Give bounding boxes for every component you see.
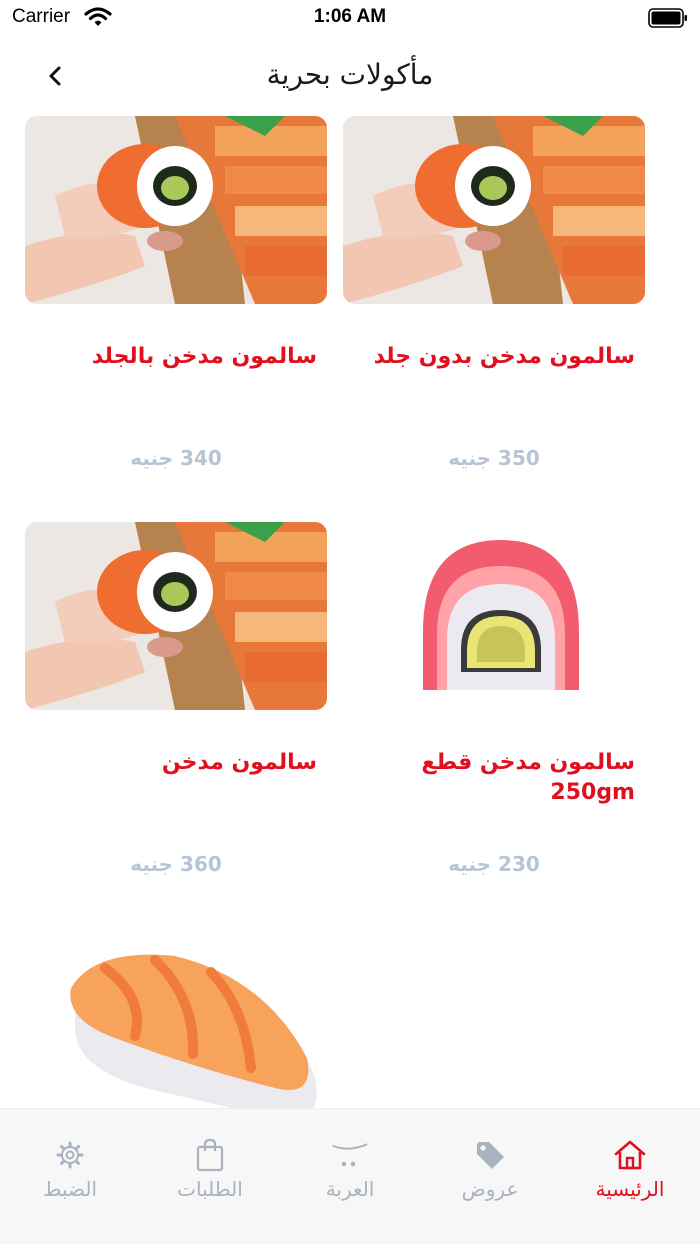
- tab-orders[interactable]: الطلبات: [140, 1109, 280, 1219]
- tab-label: الطلبات: [177, 1177, 243, 1201]
- tab-label: الرئيسية: [595, 1177, 665, 1201]
- battery-icon: [648, 8, 688, 28]
- product-price: 350 جنيه: [448, 446, 540, 470]
- salmon-roll-photo: [343, 116, 645, 304]
- tab-label: عروض: [461, 1177, 519, 1201]
- nav-bar: مأكولات بحرية: [0, 44, 700, 108]
- cart-icon: [332, 1137, 368, 1173]
- product-grid: سالمون مدخن بدون جلد 350 جنيه سالمون مدخ…: [0, 114, 700, 1108]
- product-price: 340 جنيه: [130, 446, 222, 470]
- product-name: سالمون مدخن قطع 250gm: [421, 750, 635, 805]
- tab-settings[interactable]: الضبط: [0, 1109, 140, 1219]
- status-time: 1:06 AM: [313, 6, 387, 27]
- tab-label: الضبط: [42, 1177, 97, 1201]
- page-title: مأكولات بحرية: [266, 58, 434, 91]
- product-name: سالمون مدخن بالجلد: [91, 344, 317, 369]
- salmon-roll-photo: [25, 522, 327, 710]
- status-bar: Carrier 1:06 AM: [0, 0, 700, 36]
- tab-home[interactable]: الرئيسية: [560, 1109, 700, 1219]
- salmon-roll-photo: [25, 116, 327, 304]
- tab-offers[interactable]: عروض: [420, 1109, 560, 1219]
- product-name: سالمون مدخن بدون جلد: [373, 344, 635, 369]
- tag-icon: [472, 1137, 508, 1173]
- product-name: سالمون مدخن: [161, 750, 317, 775]
- shopping-bag-icon: [192, 1137, 228, 1173]
- tab-cart[interactable]: العربة: [280, 1109, 420, 1219]
- product-price: 360 جنيه: [130, 852, 222, 876]
- home-icon: [612, 1137, 648, 1173]
- tab-label: العربة: [325, 1177, 375, 1201]
- product-price: 230 جنيه: [448, 852, 540, 876]
- sushi-roll-illustration: [343, 522, 645, 710]
- tab-bar: الرئيسية عروض العربة الطلبات الضبط: [0, 1108, 700, 1244]
- gear-icon: [52, 1137, 88, 1173]
- salmon-nigiri-illustration: [25, 928, 327, 1108]
